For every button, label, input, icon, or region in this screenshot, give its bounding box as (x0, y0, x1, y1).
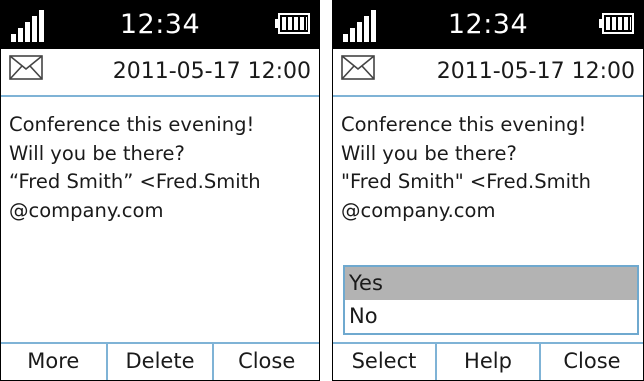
reply-options-list: Yes No (343, 265, 639, 335)
envelope-icon (341, 55, 375, 80)
message-header: 2011-05-17 12:00 (333, 49, 643, 97)
message-line: @company.com (341, 198, 496, 222)
envelope-icon (9, 55, 43, 80)
message-line: “Fred Smith” <Fred.Smith (9, 170, 261, 193)
clock-time: 12:34 (447, 9, 529, 40)
softkey-bar: More Delete Close (1, 342, 319, 380)
select-softkey[interactable]: Select (333, 344, 435, 380)
status-bar: 12:34 (333, 1, 643, 49)
close-softkey[interactable]: Close (212, 344, 319, 380)
reply-options-screen: 12:34 2011-05-17 12:00 Conference this e… (332, 0, 644, 381)
message-line: @company.com (9, 198, 164, 222)
delete-softkey[interactable]: Delete (105, 344, 213, 380)
message-header: 2011-05-17 12:00 (1, 49, 319, 97)
message-body: Conference this evening! Will you be the… (9, 111, 315, 225)
message-line: Will you be there? (341, 141, 517, 165)
more-softkey[interactable]: More (1, 344, 106, 380)
option-yes[interactable]: Yes (345, 267, 637, 300)
message-line: Conference this evening! (341, 113, 587, 136)
softkey-bar: Select Help Close (333, 342, 643, 380)
message-datetime: 2011-05-17 12:00 (436, 59, 635, 84)
battery-icon (275, 13, 311, 35)
status-bar: 12:34 (1, 1, 319, 49)
clock-time: 12:34 (119, 9, 201, 40)
option-no[interactable]: No (345, 300, 637, 333)
message-datetime: 2011-05-17 12:00 (112, 59, 311, 84)
message-body: Conference this evening! Will you be the… (341, 111, 639, 225)
message-line: Will you be there? (9, 141, 185, 165)
message-line: Conference this evening! (9, 113, 255, 136)
help-softkey[interactable]: Help (435, 344, 539, 380)
battery-icon (599, 13, 635, 35)
message-view-screen: 12:34 2011-05-17 12:00 Conference this e… (0, 0, 320, 381)
message-line: "Fred Smith" <Fred.Smith (341, 170, 591, 193)
close-softkey[interactable]: Close (539, 344, 643, 380)
